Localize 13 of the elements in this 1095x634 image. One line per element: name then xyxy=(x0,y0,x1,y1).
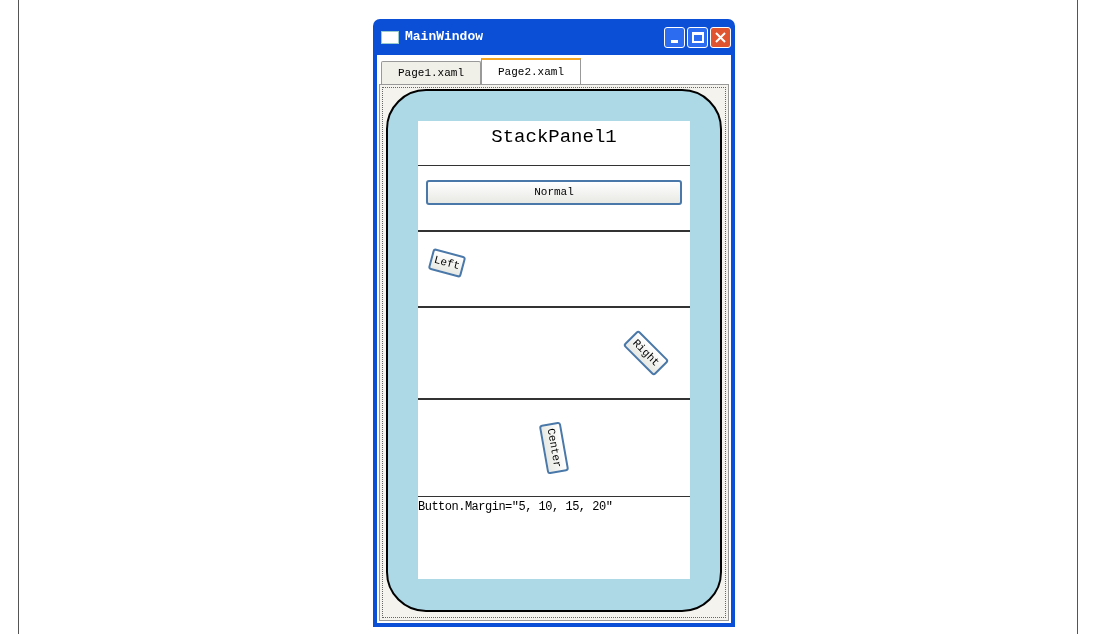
tab[interactable]: Page1.xaml xyxy=(381,61,481,84)
window-title: MainWindow xyxy=(405,28,483,47)
panel-button[interactable]: Left xyxy=(427,247,467,279)
tab[interactable]: Page2.xaml xyxy=(481,58,582,84)
maximize-button[interactable] xyxy=(687,26,708,48)
minimize-button[interactable] xyxy=(664,26,685,48)
window-icon xyxy=(381,30,399,44)
panel-title: StackPanel1 xyxy=(490,125,618,150)
panel-button[interactable]: Normal xyxy=(426,180,682,205)
margin-caption: Button.Margin="5, 10, 15, 20" xyxy=(418,499,614,516)
panel-button[interactable]: Center xyxy=(538,421,570,475)
close-icon xyxy=(715,31,726,43)
close-button[interactable] xyxy=(710,26,731,48)
